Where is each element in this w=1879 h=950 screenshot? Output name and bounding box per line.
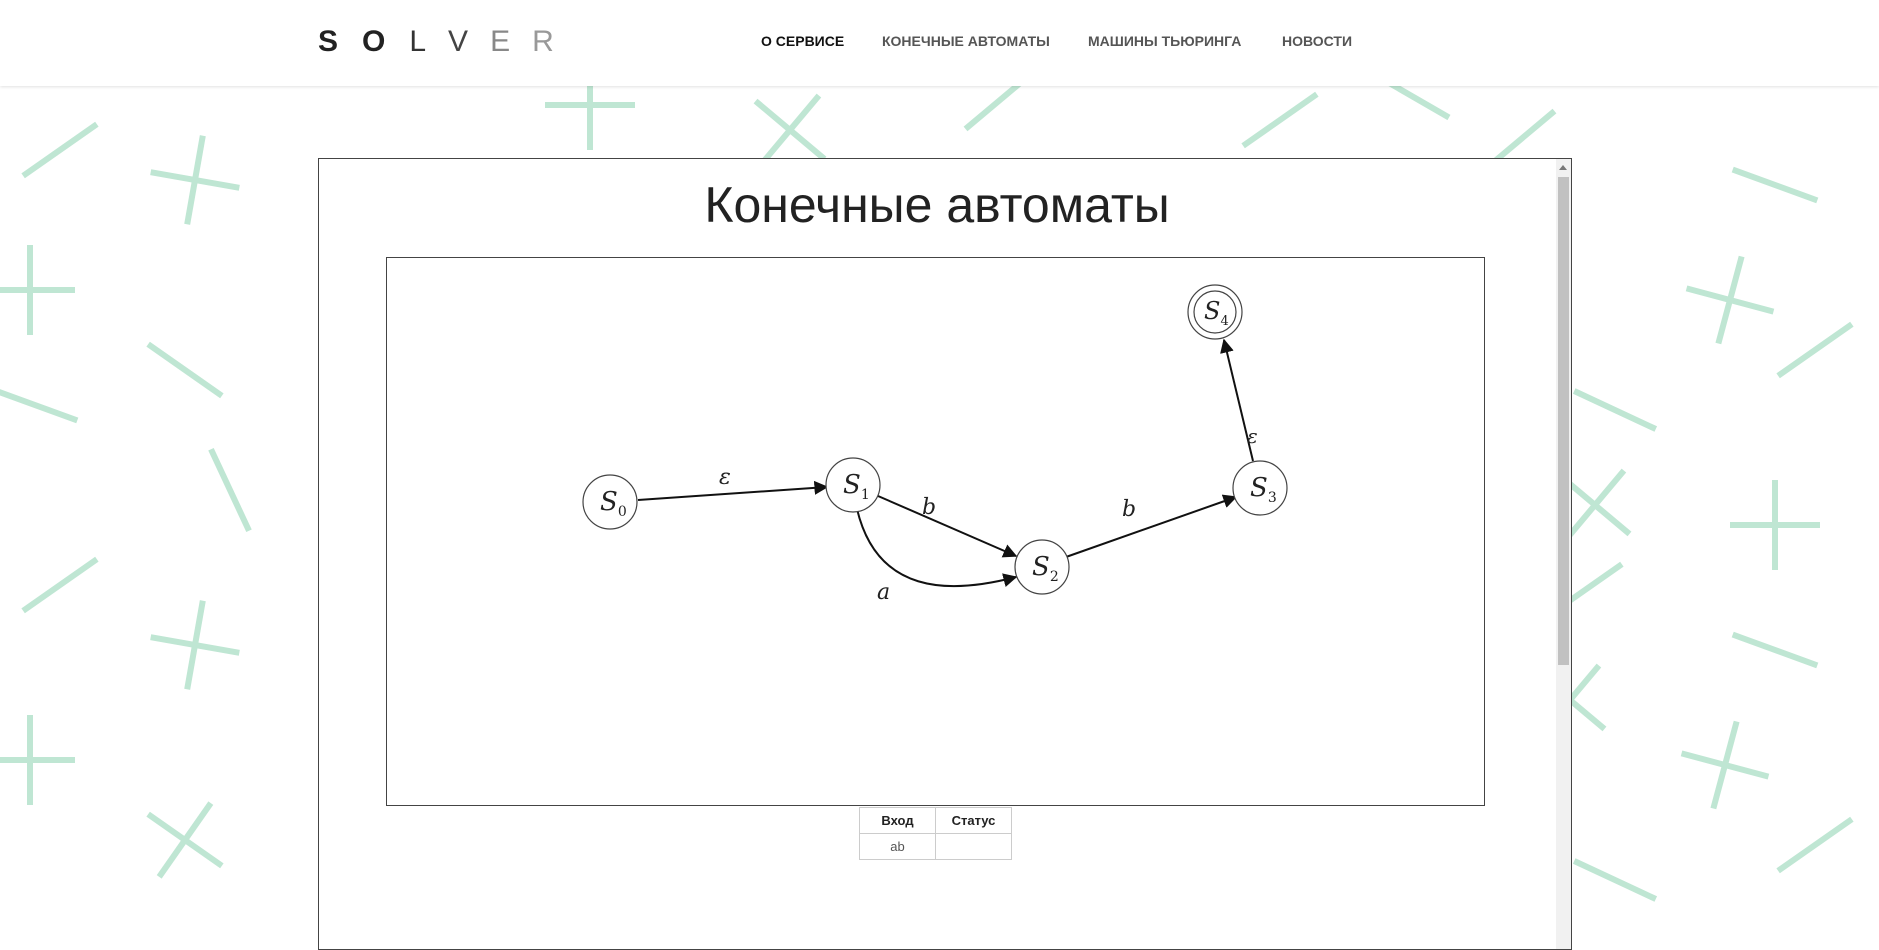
background-dash (208, 447, 252, 533)
automaton-graph: ε b a b ε S0 S1 S2 S3 S4 (582, 284, 1288, 605)
state-name: S (600, 487, 618, 517)
logo-letter: S (318, 25, 339, 58)
background-dash (146, 341, 224, 399)
transition-label: a (877, 580, 890, 605)
table-row[interactable]: ab (859, 833, 1012, 860)
transition-label: b (922, 495, 936, 520)
background-dash (1731, 166, 1819, 204)
background-cross (1680, 720, 1770, 810)
state-s0[interactable]: S0 (582, 474, 638, 530)
transition-s0-s1[interactable] (637, 480, 829, 501)
state-index: 4 (1220, 314, 1228, 329)
background-cross (150, 135, 240, 225)
logo-letter: R (532, 25, 554, 58)
vertical-scrollbar[interactable] (1556, 159, 1571, 949)
input-status-table: Вход Статус ab (859, 807, 1012, 860)
nav-news[interactable]: НОВОСТИ (1282, 33, 1352, 49)
transition-label: b (1122, 497, 1136, 522)
background-cross (0, 715, 75, 805)
transition-s2-s3[interactable] (1065, 494, 1238, 558)
transition-label: ε (719, 465, 731, 490)
state-name: S (1204, 297, 1220, 325)
nav-about[interactable]: О СЕРВИСЕ (761, 33, 844, 49)
logo-letter: E (490, 25, 511, 58)
background-dash (1241, 91, 1319, 149)
cell-input: ab (859, 833, 936, 860)
background-dash (1572, 858, 1658, 902)
background-cross (0, 245, 75, 335)
column-header-status: Статус (935, 807, 1012, 834)
cell-status (935, 833, 1012, 860)
transition-s1-s2-b[interactable] (877, 495, 1018, 558)
nav-finite-automata[interactable]: КОНЕЧНЫЕ АВТОМАТЫ (882, 33, 1050, 49)
state-index: 3 (1268, 490, 1277, 506)
table-header-row: Вход Статус (859, 807, 1012, 834)
state-s3[interactable]: S3 (1232, 460, 1288, 516)
background-dash (1776, 321, 1854, 379)
top-navbar: SOLVER О СЕРВИСЕ КОНЕЧНЫЕ АВТОМАТЫ МАШИН… (0, 0, 1879, 86)
state-name: S (1250, 473, 1268, 503)
state-name: S (843, 470, 861, 500)
background-dash (1572, 388, 1658, 432)
background-cross (146, 801, 224, 879)
page-title: Конечные автоматы (704, 177, 1170, 233)
nav-turing-machines[interactable]: МАШИНЫ ТЬЮРИНГА (1088, 33, 1241, 49)
state-s1[interactable]: S1 (825, 457, 881, 513)
state-index: 2 (1050, 569, 1059, 585)
content-frame: Конечные автоматы ε b a b ε S0 S1 S2 S3 … (318, 158, 1572, 950)
state-index: 0 (618, 504, 627, 520)
state-s4-accepting[interactable]: S4 (1187, 284, 1243, 340)
background-cross (1730, 480, 1820, 570)
logo-letter: O (362, 25, 386, 58)
logo-letter: V (448, 25, 469, 58)
background-dash (1731, 631, 1819, 669)
state-s2[interactable]: S2 (1014, 539, 1070, 595)
background-cross (150, 600, 240, 690)
background-dash (21, 121, 99, 179)
state-name: S (1032, 552, 1050, 582)
logo-letter: L (409, 25, 427, 58)
background-dash (0, 386, 79, 424)
background-cross (1685, 255, 1775, 345)
transition-label: ε (1247, 424, 1258, 448)
scrollbar-thumb[interactable] (1558, 177, 1569, 665)
scroll-up-arrow-icon[interactable] (1559, 165, 1567, 170)
logo[interactable]: SOLVER (318, 24, 554, 60)
state-index: 1 (861, 487, 870, 503)
background-dash (1776, 816, 1854, 874)
column-header-input: Вход (859, 807, 936, 834)
automaton-canvas[interactable]: ε b a b ε S0 S1 S2 S3 S4 (386, 257, 1485, 806)
background-dash (21, 556, 99, 614)
